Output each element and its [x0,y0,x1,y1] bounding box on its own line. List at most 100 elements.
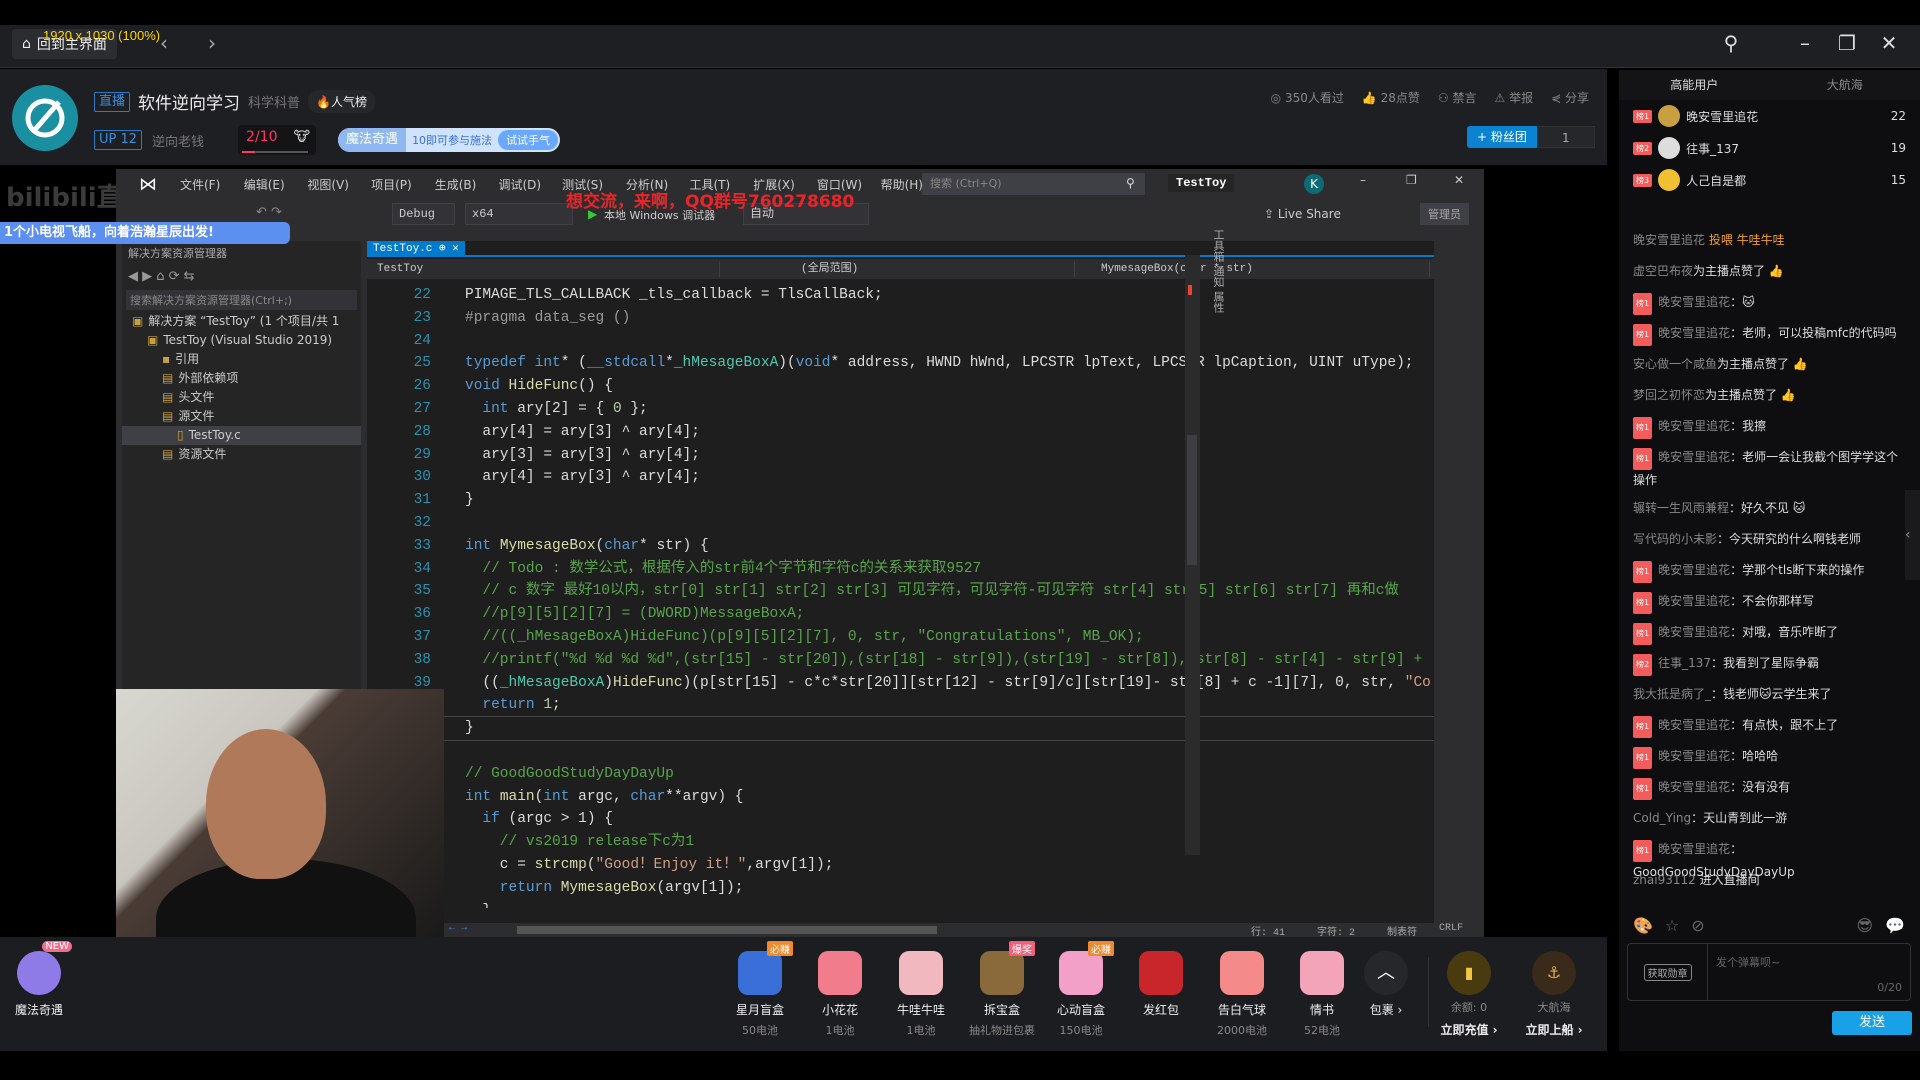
vs-close-icon[interactable]: ✕ [1454,173,1464,187]
top-user-row[interactable]: 榜2 往事_137 19 [1619,134,1920,162]
chat-user[interactable]: 梦回之初怀恋 [1633,388,1705,402]
side-tool-strip[interactable]: 工具箱 通知 属性 [1206,229,1226,529]
chat-user[interactable]: 虚空巴布夜 [1633,264,1693,278]
tree-item[interactable]: ▤ 外部依赖项 [122,369,361,388]
tree-item[interactable]: ▪ 引用 [122,350,361,369]
menu-item[interactable]: 视图(V) [307,176,371,193]
guard-button[interactable]: ⚓ 大航海 立即上船 › [1509,951,1599,1038]
chat-user[interactable]: 晚安雪里追花 [1658,625,1730,639]
gift-item[interactable]: 牛哇牛哇 1电池 [876,951,966,1038]
chat-user[interactable]: 晚安雪里追花 [1658,450,1730,464]
gift-item[interactable]: 发红包 [1116,951,1206,1018]
menu-item[interactable]: 文件(F) [180,176,244,193]
message-icon[interactable]: 💬 [1885,916,1905,935]
code-editor[interactable]: TestToy.c ⊕ ✕ TestToy (全局范围) MymesageBox… [367,241,1463,937]
restore-icon[interactable]: ❐ [1832,31,1862,55]
bag-button[interactable]: ︿ 包裹 › [1341,951,1431,1018]
chat-user[interactable]: 晚安雪里追花 [1658,780,1730,794]
scope-dropdown[interactable]: (全局范围) [741,261,1075,277]
chat-user[interactable]: 晚安雪里追花 [1658,749,1730,763]
explorer-search-input[interactable]: 搜索解决方案资源管理器(Ctrl+;) [126,290,357,310]
menu-item[interactable]: 生成(B) [435,176,499,193]
chat-user[interactable]: 晚安雪里追花 [1658,326,1730,340]
chat-user[interactable]: 辗转一生风雨兼程 [1633,501,1729,515]
block-icon[interactable]: ⊘ [1691,916,1704,935]
tree-item[interactable]: ▤ 资源文件 [122,445,361,464]
vertical-scrollbar[interactable] [1185,255,1200,855]
chat-user[interactable]: 我大抵是病了_ [1633,687,1711,701]
live-share-button[interactable]: ⇪ Live Share [1264,207,1341,221]
chat-user[interactable]: 晚安雪里追花 [1658,842,1730,856]
tree-item[interactable]: ▣ 解决方案 “TestToy” (1 个项目/共 1 [122,312,361,331]
code-area[interactable]: 22 PIMAGE_TLS_CALLBACK _tls_callback = Tl… [367,284,1434,908]
chat-user[interactable]: zhai93112 [1633,873,1696,887]
back-icon[interactable]: ‹ [160,31,168,55]
send-button[interactable]: 发送 [1832,1011,1912,1035]
menu-item[interactable]: 项目(P) [371,176,435,193]
share-button[interactable]: ⋞ 分享 [1551,89,1589,106]
menu-item[interactable]: 调试(D) [498,176,562,193]
chat-user[interactable]: 晚安雪里追花 [1658,594,1730,608]
tab-guard[interactable]: 大航海 [1770,70,1920,100]
likes-stat[interactable]: 👍 28点赞 [1362,89,1420,106]
config-dropdown[interactable]: Debug [392,203,455,225]
close-icon[interactable]: ✕ [1874,31,1904,55]
gift-item[interactable]: 心动盲盒 150电池 必赚 [1036,941,1126,1038]
vs-restore-icon[interactable]: ❐ [1406,173,1417,187]
undo-icon[interactable]: ↶ ↷ [256,205,282,220]
tree-item[interactable]: ▤ 头文件 [122,388,361,407]
tree-item[interactable]: ▣ TestToy (Visual Studio 2019) [122,331,361,350]
fan-club-button[interactable]: + 粉丝团 [1467,126,1537,148]
horizontal-scrollbar[interactable] [517,926,937,934]
star-icon[interactable]: ☆ [1665,916,1679,935]
gift-item[interactable]: 拆宝盒 抽礼物进包裹 爆奖 [957,941,1047,1038]
forward-icon[interactable]: › [208,31,216,55]
chat-user[interactable]: 写代码的小未影 [1633,532,1717,546]
notification-banner[interactable]: 1个小电视飞船，向着浩瀚星辰出发! [0,222,290,244]
gift-item[interactable]: 星月盲盒 50电池 必赚 [715,941,805,1038]
magic-event-pill[interactable]: 魔法奇遇 10即可参与施法 试试手气 [338,128,561,152]
chat-user[interactable]: 晚安雪里追花 [1658,419,1730,433]
popularity-button[interactable]: 🔥人气榜 [308,90,375,113]
chat-user[interactable]: 晚安雪里追花 [1633,233,1705,247]
vs-minimize-icon[interactable]: – [1360,173,1366,187]
collapse-chevron-icon[interactable]: ‹ [1905,490,1920,580]
mute-button[interactable]: ⚇ 禁言 [1438,89,1477,106]
chat-user[interactable]: Cold_Ying [1633,811,1691,825]
member-dropdown[interactable]: MymesageBox(char * str) [1085,261,1430,277]
nav-arrows-icon[interactable]: ← → [449,923,467,934]
platform-dropdown[interactable]: x64 [465,203,573,225]
streamer-avatar[interactable] [12,85,78,151]
tree-item[interactable]: ▤ 源文件 [122,407,361,426]
chat-user[interactable]: 往事_137 [1658,656,1711,670]
emoji-icon[interactable]: 😎 [1856,916,1873,935]
recharge-button[interactable]: ▮ 余额: 0 立即充值 › [1424,951,1514,1038]
close-tab-icon[interactable]: ✕ [452,243,459,255]
scroll-thumb[interactable] [1187,435,1197,565]
chat-user[interactable]: 晚安雪里追花 [1658,718,1730,732]
project-dropdown[interactable]: TestToy [371,261,720,277]
report-button[interactable]: ⚠ 举报 [1495,89,1534,106]
chat-user[interactable]: 安心做一个咸鱼 [1633,357,1717,371]
top-user-row[interactable]: 榜3 人己自是都 15 [1619,166,1920,194]
magic-event-button[interactable]: 魔法奇遇 NEW [0,941,84,1018]
gift-item[interactable]: 小花花 1电池 [795,951,885,1038]
try-luck-button[interactable]: 试试手气 [498,130,559,150]
gift-item[interactable]: 告白气球 2000电池 [1197,951,1287,1038]
get-medal-button[interactable]: 获取勋章 [1628,944,1708,1000]
pin-icon[interactable]: ⚲ [1716,31,1746,55]
chat-user[interactable]: 晚安雪里追花 [1658,295,1730,309]
menu-item[interactable]: 编辑(E) [244,176,308,193]
danmaku-input[interactable]: 发个弹幕呗~ 0/20 [1708,944,1910,1000]
task-progress[interactable]: 2/10 🐮 [238,125,317,155]
vs-search-input[interactable]: 搜索 (Ctrl+Q) [922,173,1145,195]
chat-user[interactable]: 晚安雪里追花 [1658,563,1730,577]
live-video[interactable]: bilibili直播 ⋈ 文件(F) 编辑(E) 视图(V) 项目(P) 生成(B) 调试… [0,165,1607,937]
account-avatar[interactable]: K [1304,174,1324,194]
tab-high-energy[interactable]: 高能用户 [1619,70,1770,100]
tree-item[interactable]: ▯ TestToy.c [122,426,361,445]
palette-icon[interactable]: 🎨 [1633,916,1653,935]
minimize-icon[interactable]: – [1790,31,1820,55]
room-category[interactable]: 科学科普 [248,92,300,111]
top-user-row[interactable]: 榜1 晚安雪里追花 22 [1619,102,1920,130]
